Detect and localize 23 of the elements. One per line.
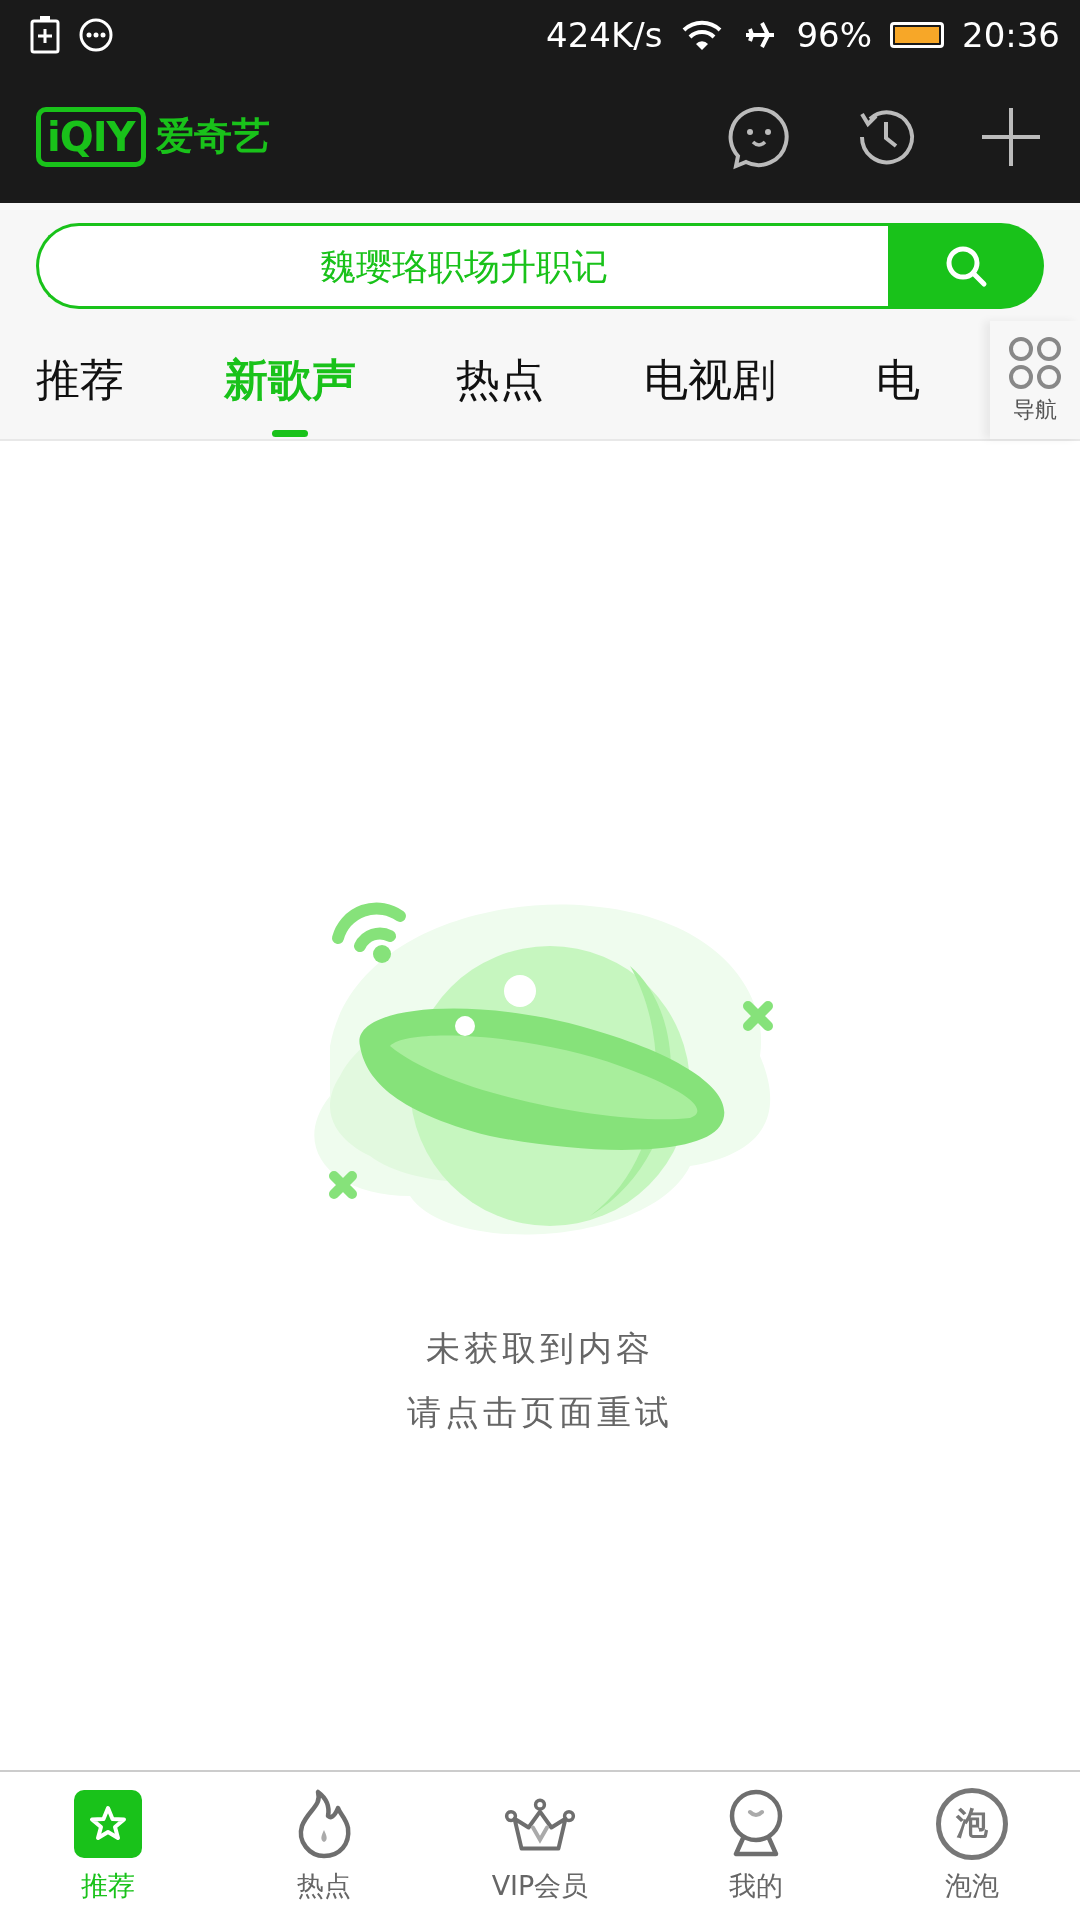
grid-icon (1007, 335, 1063, 391)
more-icon (78, 17, 114, 53)
battery-saver-icon (30, 16, 60, 54)
category-tab[interactable]: 电 (876, 321, 956, 439)
clock: 20:36 (962, 15, 1060, 55)
network-speed: 424K/s (546, 15, 663, 55)
logo: iQIY (36, 106, 146, 167)
bottom-nav-item[interactable]: 热点 (216, 1772, 432, 1920)
navigation-button[interactable]: 导航 (990, 321, 1080, 439)
category-tab[interactable]: 电视剧 (644, 321, 812, 439)
category-tab[interactable]: 热点 (456, 321, 580, 439)
bottom-nav-item[interactable]: 我的 (648, 1772, 864, 1920)
battery-icon (890, 22, 944, 48)
brand-name: 爱奇艺 (155, 113, 270, 160)
bottom-nav-item[interactable]: 泡 泡泡 (864, 1772, 1080, 1920)
search-field[interactable]: 魏璎珞职场升职记 (36, 223, 888, 309)
retry-hint[interactable]: 请点击页面重试 (407, 1389, 673, 1436)
bottom-nav-item[interactable]: VIP会员 (432, 1772, 648, 1920)
bubble-icon: 泡 (936, 1788, 1008, 1860)
empty-title: 未获取到内容 (426, 1326, 654, 1370)
search-icon (944, 244, 988, 288)
battery-percent: 96% (796, 15, 872, 55)
category-tab[interactable]: 推荐 (36, 321, 160, 439)
